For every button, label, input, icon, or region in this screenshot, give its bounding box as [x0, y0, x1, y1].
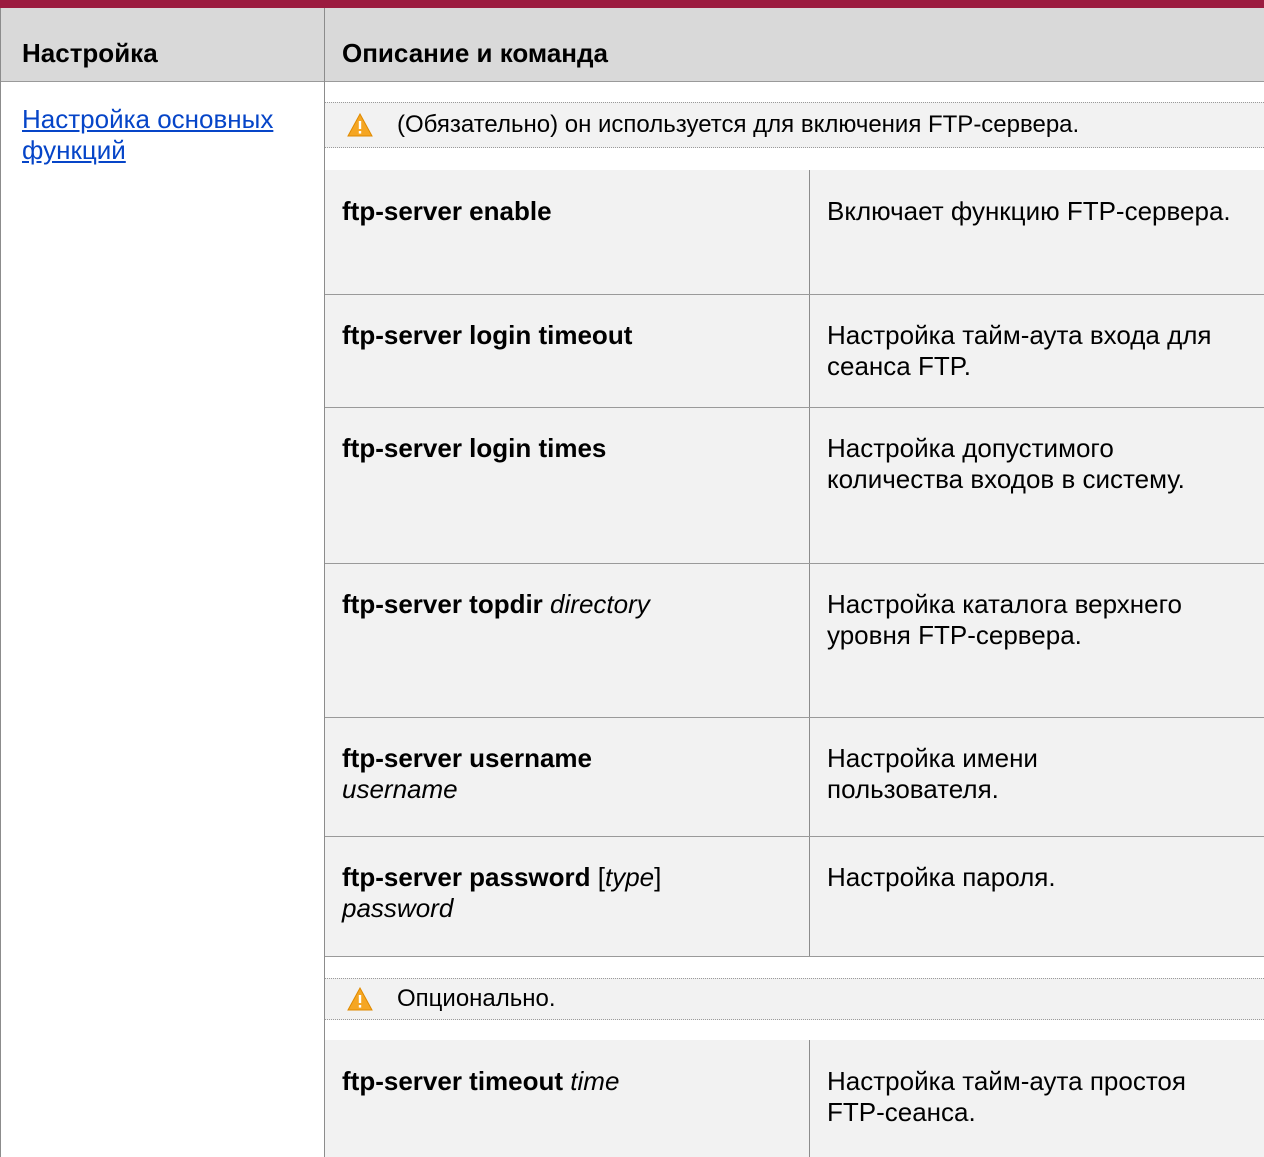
header-divider [0, 81, 1264, 82]
description-cell: Настройка пароля. [827, 862, 1056, 892]
header-col-description: Описание и команда [342, 38, 608, 68]
command-cell: ftp-server login timeout [342, 320, 633, 350]
description-cell: Настройка тайм-аута простоя FTP-сеанса. [827, 1066, 1186, 1127]
table-row: ftp-server login times Настройка допусти… [325, 407, 1264, 563]
row-divider [325, 407, 1264, 408]
command-cell: ftp-server enable [342, 196, 552, 226]
warning-icon [347, 987, 373, 1011]
description-cell: Настройка имени пользователя. [827, 743, 1038, 804]
table-row: ftp-server login timeout Настройка тайм-… [325, 294, 1264, 407]
required-note-text: (Обязательно) он используется для включе… [397, 111, 1080, 138]
inner-column-divider [809, 1040, 810, 1157]
row-divider [325, 717, 1264, 718]
required-note: (Обязательно) он используется для включе… [325, 102, 1264, 148]
top-rule [0, 0, 1264, 8]
table-border-left [0, 8, 1, 1157]
description-cell: Настройка допустимого количества входов … [827, 433, 1185, 494]
row-divider [325, 836, 1264, 837]
header-col-setting: Настройка [22, 38, 158, 68]
warning-icon [347, 113, 373, 137]
table-row: ftp-server timeout time Настройка тайм-а… [325, 1040, 1264, 1157]
command-cell: ftp-server password [type] password [342, 862, 662, 923]
column-divider [324, 8, 325, 1157]
table-row: ftp-server topdir directory Настройка ка… [325, 563, 1264, 717]
basic-settings-link[interactable]: Настройка основных функций [22, 104, 312, 166]
optional-note: Опционально. [325, 978, 1264, 1020]
description-cell: Настройка тайм-аута входа для сеанса FTP… [827, 320, 1212, 381]
table-row: ftp-server enable Включает функцию FTP-с… [325, 170, 1264, 294]
command-cell: ftp-server username username [342, 743, 592, 804]
command-cell: ftp-server login times [342, 433, 607, 463]
table-row: ftp-server username username Настройка им… [325, 717, 1264, 836]
row-divider [325, 294, 1264, 295]
description-cell: Настройка каталога верхнего уровня FTP-с… [827, 589, 1182, 650]
row-divider [325, 563, 1264, 564]
row-divider [325, 956, 1264, 957]
optional-note-text: Опционально. [397, 985, 556, 1012]
table-row: ftp-server password [type] password Настр… [325, 836, 1264, 956]
command-cell: ftp-server timeout time [342, 1066, 620, 1096]
description-cell: Включает функцию FTP-сервера. [827, 196, 1231, 226]
command-cell: ftp-server topdir directory [342, 589, 650, 619]
table-header: Настройка Описание и команда [0, 8, 1264, 81]
